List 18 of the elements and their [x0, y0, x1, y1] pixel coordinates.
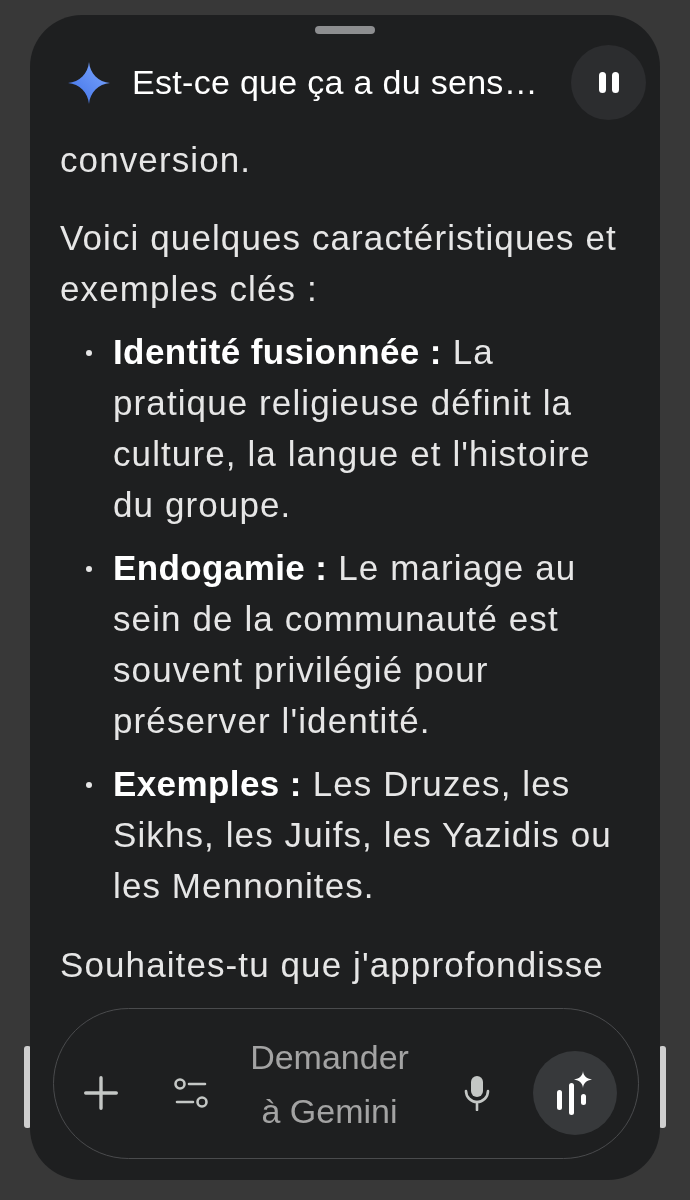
waveform-icon	[557, 1070, 592, 1115]
list-item: Exemples : Les Druzes, les Sikhs, les Juifs, les Yazidis ou les Mennonites.	[113, 763, 613, 907]
bullet-icon	[86, 566, 92, 572]
message-text: Souhaites-tu que j'approfondisse	[60, 944, 605, 986]
bullet-icon	[86, 350, 92, 356]
plus-icon	[83, 1075, 118, 1110]
pause-icon	[598, 72, 619, 93]
sliders-icon	[173, 1076, 208, 1109]
microphone-icon	[463, 1074, 490, 1111]
list-item: Identité fusionnée : La pratique religieuse définit la culture, la langue et l'histoire du groupe.	[113, 331, 592, 526]
bullet-icon	[86, 782, 92, 788]
sparkle-icon	[68, 61, 110, 104]
conversation-title: Est-ce que ça a du sens…	[132, 63, 539, 102]
message-text: Voici quelques caractéristiques et exemples clés :	[60, 217, 618, 310]
input-field[interactable]: Demander à Gemini	[242, 1029, 417, 1138]
list-item: Endogamie : Le mariage au sein de la communauté est souvent privilégié pour préserver l'identité.	[113, 547, 578, 742]
drag-handle[interactable]	[315, 26, 375, 34]
message-text: conversion.	[60, 139, 253, 181]
